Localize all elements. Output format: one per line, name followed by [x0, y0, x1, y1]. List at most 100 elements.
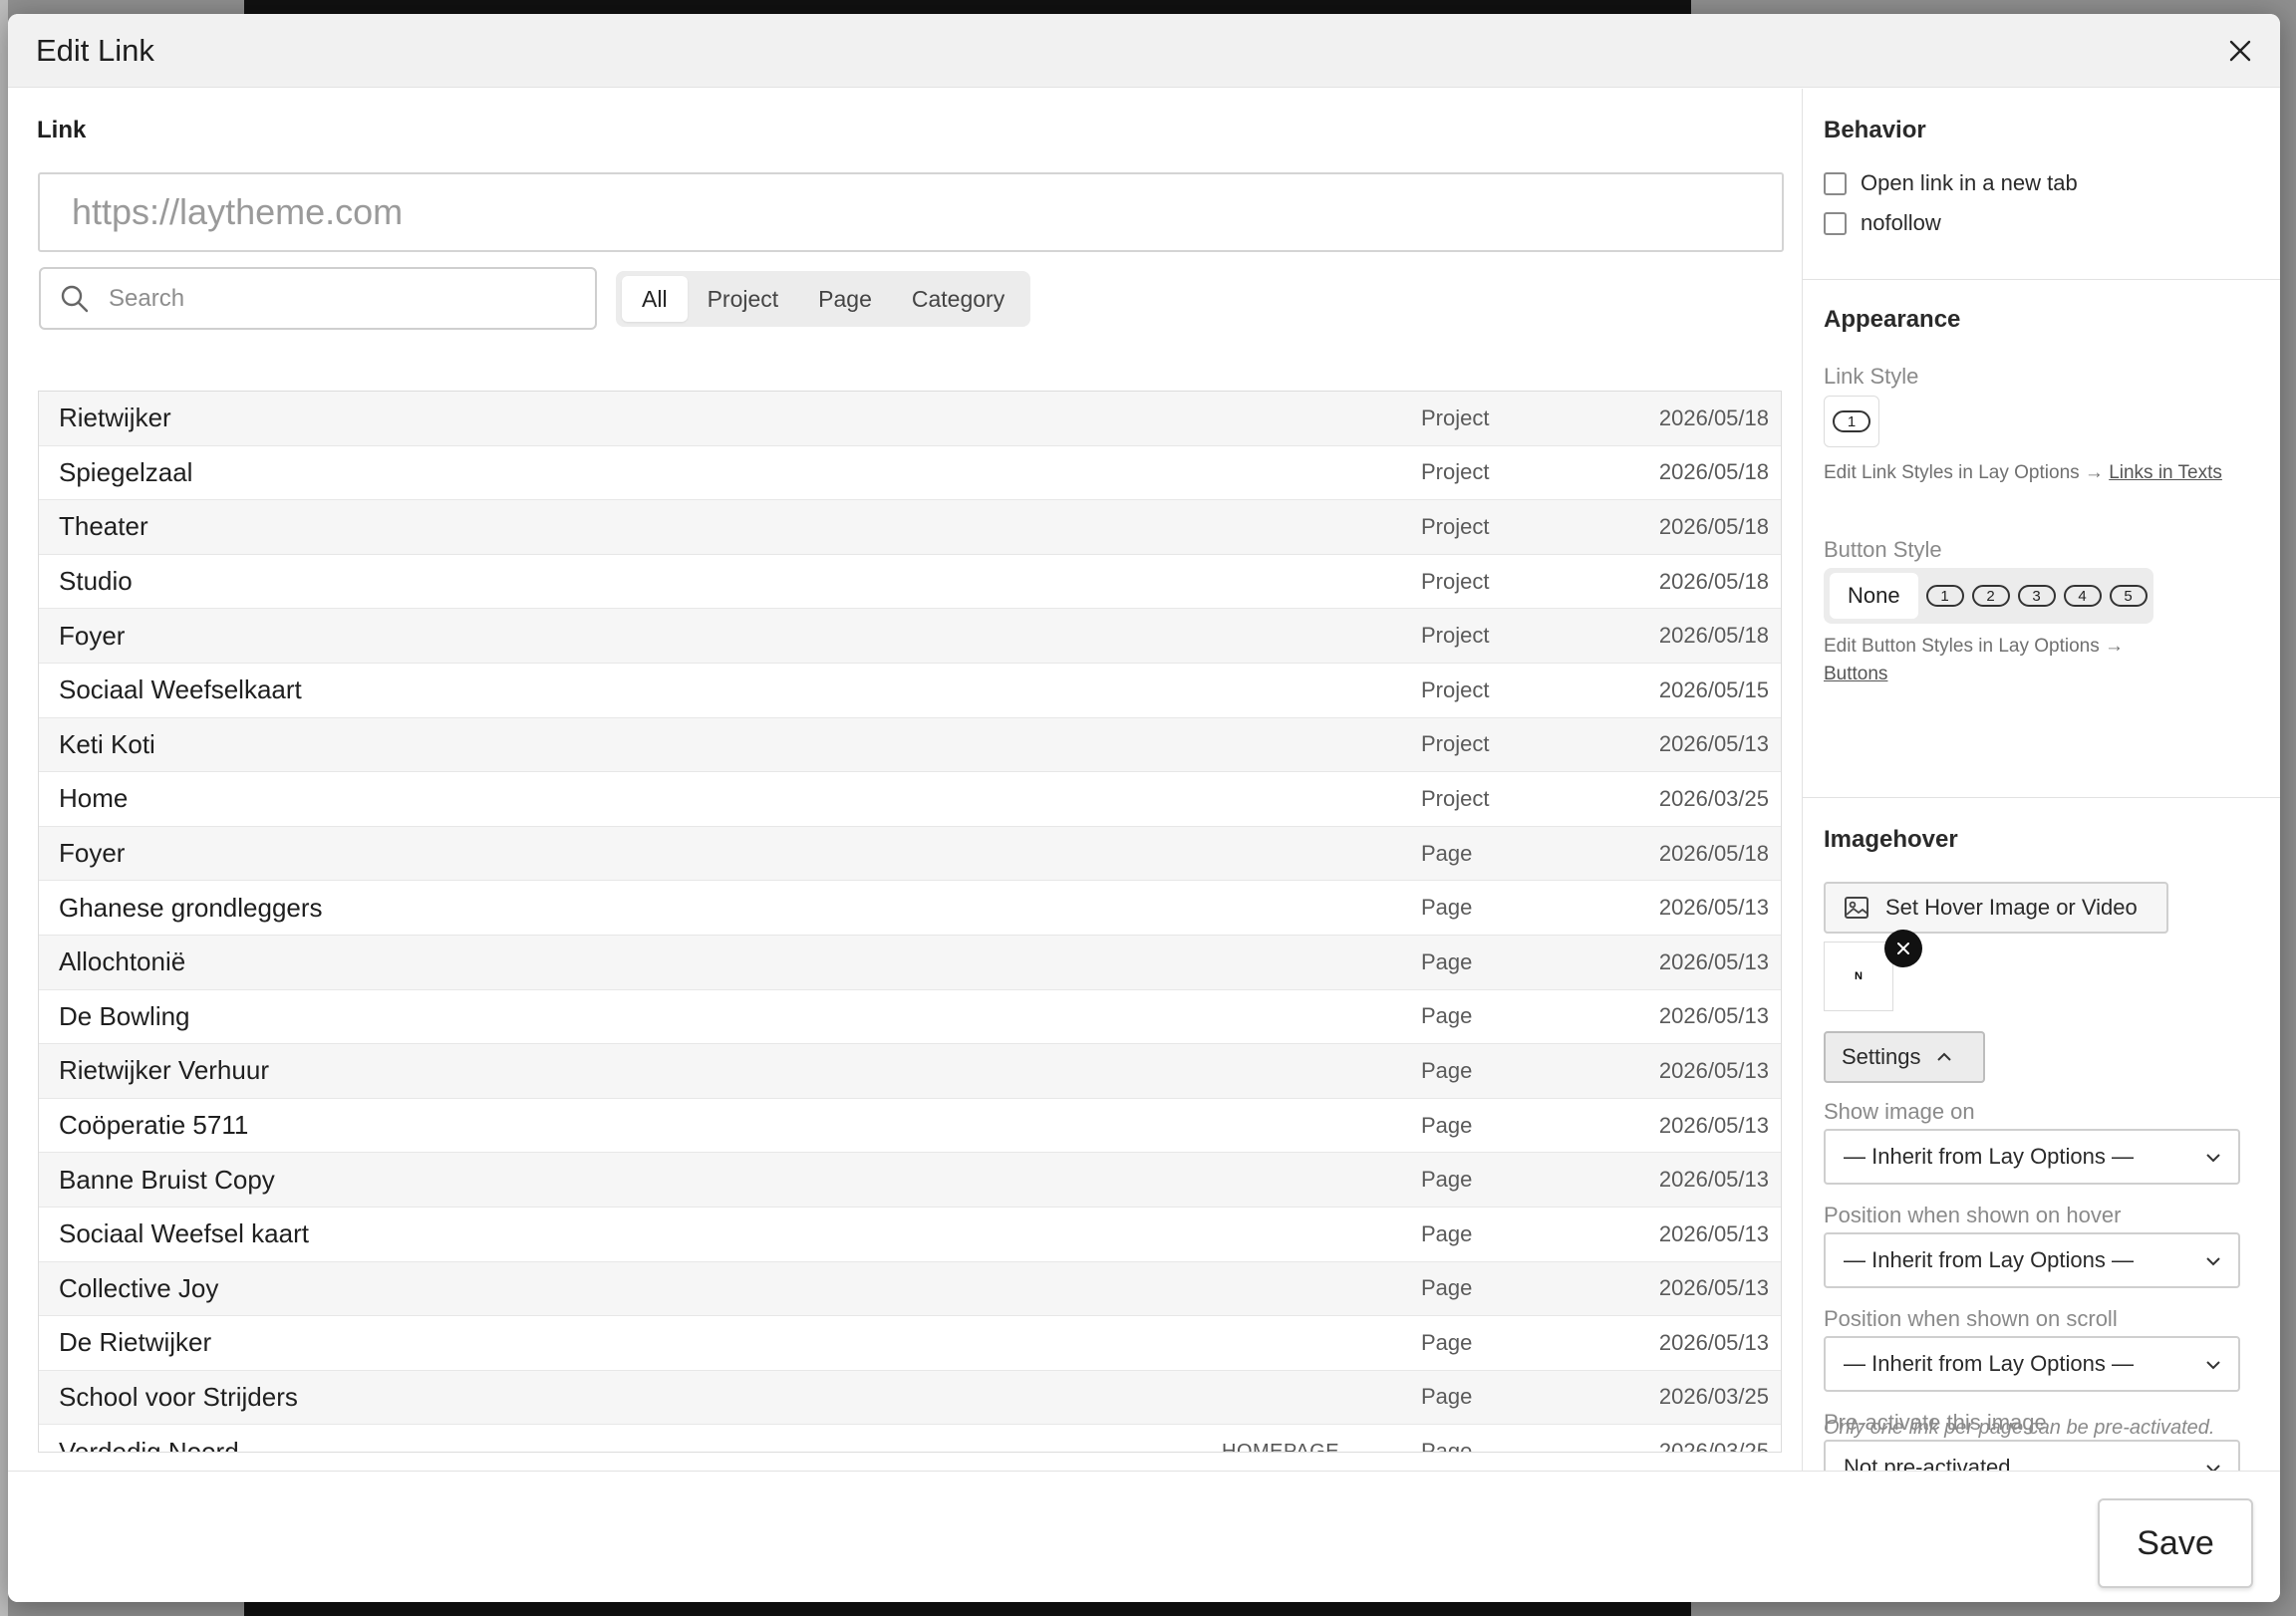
result-row[interactable]: Keti Koti Project 2026/05/13 — [39, 717, 1781, 773]
result-type: Page — [1421, 1003, 1473, 1029]
button-style-4[interactable]: 4 — [2063, 585, 2102, 607]
search-input[interactable] — [109, 284, 567, 313]
filter-tab-category[interactable]: Category — [892, 276, 1024, 322]
filter-tab-page[interactable]: Page — [798, 276, 892, 322]
position-hover-value: — Inherit from Lay Options — — [1844, 1247, 2134, 1272]
button-style-5[interactable]: 5 — [2109, 585, 2148, 607]
buttons-link[interactable]: Buttons — [1824, 664, 1887, 684]
chevron-up-icon — [1936, 1052, 1951, 1061]
filter-tab-all[interactable]: All — [622, 276, 688, 322]
result-row[interactable]: Foyer Project 2026/05/18 — [39, 609, 1781, 664]
button-style-3[interactable]: 3 — [2017, 585, 2056, 607]
link-picker-pane: Link All Project Page Category Rietwijke… — [8, 89, 1802, 1471]
close-button[interactable] — [2222, 33, 2258, 69]
result-title: Foyer — [59, 620, 126, 651]
result-title: Spiegelzaal — [59, 456, 193, 487]
hover-image-thumbnail: N — [1824, 942, 1893, 1011]
result-row[interactable]: Home Project 2026/03/25 — [39, 772, 1781, 827]
image-icon — [1845, 897, 1868, 919]
result-type: Project — [1421, 623, 1490, 649]
result-date: 2026/05/18 — [1658, 840, 1769, 866]
result-row[interactable]: Sociaal Weefselkaart Project 2026/05/15 — [39, 663, 1781, 718]
result-row[interactable]: Allochtonië Page 2026/05/13 — [39, 935, 1781, 990]
appearance-title: Appearance — [1824, 306, 1961, 333]
result-type: Page — [1421, 1057, 1473, 1083]
result-date: 2026/05/18 — [1658, 513, 1769, 539]
chevron-down-icon — [2206, 1361, 2220, 1370]
result-row[interactable]: Rietwijker Project 2026/05/18 — [39, 392, 1781, 446]
result-type: Page — [1421, 1275, 1473, 1301]
result-title: Allochtonië — [59, 946, 186, 977]
result-type: Page — [1421, 1384, 1473, 1410]
save-button[interactable]: Save — [2098, 1498, 2253, 1588]
result-row[interactable]: Studio Project 2026/05/18 — [39, 554, 1781, 610]
button-style-2[interactable]: 2 — [1971, 585, 2010, 607]
chevron-down-icon — [2206, 1154, 2220, 1163]
result-title: Sociaal Weefselkaart — [59, 674, 302, 705]
remove-icon — [1897, 943, 1909, 954]
result-date: 2026/05/13 — [1658, 1275, 1769, 1301]
search-icon — [61, 285, 89, 312]
result-row[interactable]: Collective Joy Page 2026/05/13 — [39, 1261, 1781, 1317]
appearance-section: Appearance Link Style 1 Edit Link Styles… — [1803, 280, 2280, 798]
button-style-help: Edit Button Styles in Lay Options → Butt… — [1824, 633, 2242, 688]
settings-toggle-button[interactable]: Settings — [1824, 1031, 1985, 1083]
result-title: Rietwijker Verhuur — [59, 1055, 269, 1086]
nofollow-option[interactable]: nofollow — [1824, 210, 1941, 236]
links-in-texts-link[interactable]: Links in Texts — [2109, 462, 2222, 483]
results-list: Rietwijker Project 2026/05/18 Spiegelzaal Pr… — [38, 391, 1782, 1453]
result-row[interactable]: Rietwijker Verhuur Page 2026/05/13 — [39, 1044, 1781, 1099]
result-date: 2026/05/13 — [1658, 731, 1769, 757]
result-title: De Rietwijker — [59, 1327, 212, 1358]
result-date: 2026/05/13 — [1658, 1112, 1769, 1138]
result-row[interactable]: Verdedig Noord HOMEPAGE Page 2026/03/25 — [39, 1425, 1781, 1453]
result-row[interactable]: Sociaal Weefsel kaart Page 2026/05/13 — [39, 1207, 1781, 1262]
imagehover-section: Imagehover Set Hover Image or Video N Se… — [1803, 798, 2280, 1471]
link-style-option-1[interactable]: 1 — [1824, 396, 1879, 447]
backdrop-footer-strip — [244, 1602, 1691, 1616]
open-new-tab-checkbox[interactable] — [1824, 171, 1847, 195]
result-row[interactable]: Theater Project 2026/05/18 — [39, 500, 1781, 555]
result-date: 2026/05/13 — [1658, 1167, 1769, 1193]
filter-tabs: All Project Page Category — [616, 271, 1031, 327]
button-style-1[interactable]: 1 — [1925, 585, 1964, 607]
behavior-section: Behavior Open link in a new tab nofollow — [1803, 89, 2280, 280]
result-row[interactable]: Coöperatie 5711 Page 2026/05/13 — [39, 1098, 1781, 1154]
edit-link-dialog: Edit Link Link All Project Page C — [8, 14, 2280, 1602]
result-type: Project — [1421, 459, 1490, 485]
open-new-tab-option[interactable]: Open link in a new tab — [1824, 170, 2078, 196]
result-type: Page — [1421, 1167, 1473, 1193]
position-hover-label: Position when shown on hover — [1824, 1203, 2122, 1227]
position-scroll-label: Position when shown on scroll — [1824, 1306, 2118, 1331]
button-style-label: Button Style — [1824, 537, 1942, 562]
button-style-none[interactable]: None — [1830, 573, 1918, 619]
result-date: 2026/05/13 — [1658, 948, 1769, 974]
result-type: Page — [1421, 1329, 1473, 1355]
result-row[interactable]: De Rietwijker Page 2026/05/13 — [39, 1316, 1781, 1371]
url-input[interactable] — [38, 172, 1784, 252]
result-date: 2026/05/13 — [1658, 1220, 1769, 1246]
set-hover-image-button[interactable]: Set Hover Image or Video — [1824, 882, 2168, 934]
result-title: Verdedig Noord — [59, 1436, 239, 1453]
result-row[interactable]: Spiegelzaal Project 2026/05/18 — [39, 445, 1781, 501]
result-date: 2026/05/15 — [1658, 676, 1769, 702]
show-image-on-select[interactable]: — Inherit from Lay Options — — [1824, 1129, 2240, 1185]
result-row[interactable]: Ghanese grondleggers Page 2026/05/13 — [39, 881, 1781, 936]
filter-tab-project[interactable]: Project — [688, 276, 799, 322]
nofollow-checkbox[interactable] — [1824, 211, 1847, 235]
preactivate-select[interactable]: Not pre-activated — [1824, 1440, 2240, 1471]
result-row[interactable]: School voor Strijders Page 2026/03/25 — [39, 1370, 1781, 1426]
link-style-help-text: Edit Link Styles in Lay Options → — [1824, 462, 2104, 483]
position-scroll-select[interactable]: — Inherit from Lay Options — — [1824, 1336, 2240, 1392]
result-type: Page — [1421, 1220, 1473, 1246]
dialog-header: Edit Link — [8, 14, 2280, 88]
result-title: Theater — [59, 511, 148, 542]
remove-hover-image-button[interactable] — [1884, 930, 1922, 967]
result-date: 2026/05/13 — [1658, 895, 1769, 921]
result-row[interactable]: Banne Bruist Copy Page 2026/05/13 — [39, 1153, 1781, 1208]
result-row[interactable]: De Bowling Page 2026/05/13 — [39, 989, 1781, 1045]
button-style-help-text: Edit Button Styles in Lay Options → — [1824, 636, 2124, 657]
position-hover-select[interactable]: — Inherit from Lay Options — — [1824, 1232, 2240, 1288]
result-row[interactable]: Foyer Page 2026/05/18 — [39, 826, 1781, 882]
dialog-title: Edit Link — [36, 32, 154, 68]
